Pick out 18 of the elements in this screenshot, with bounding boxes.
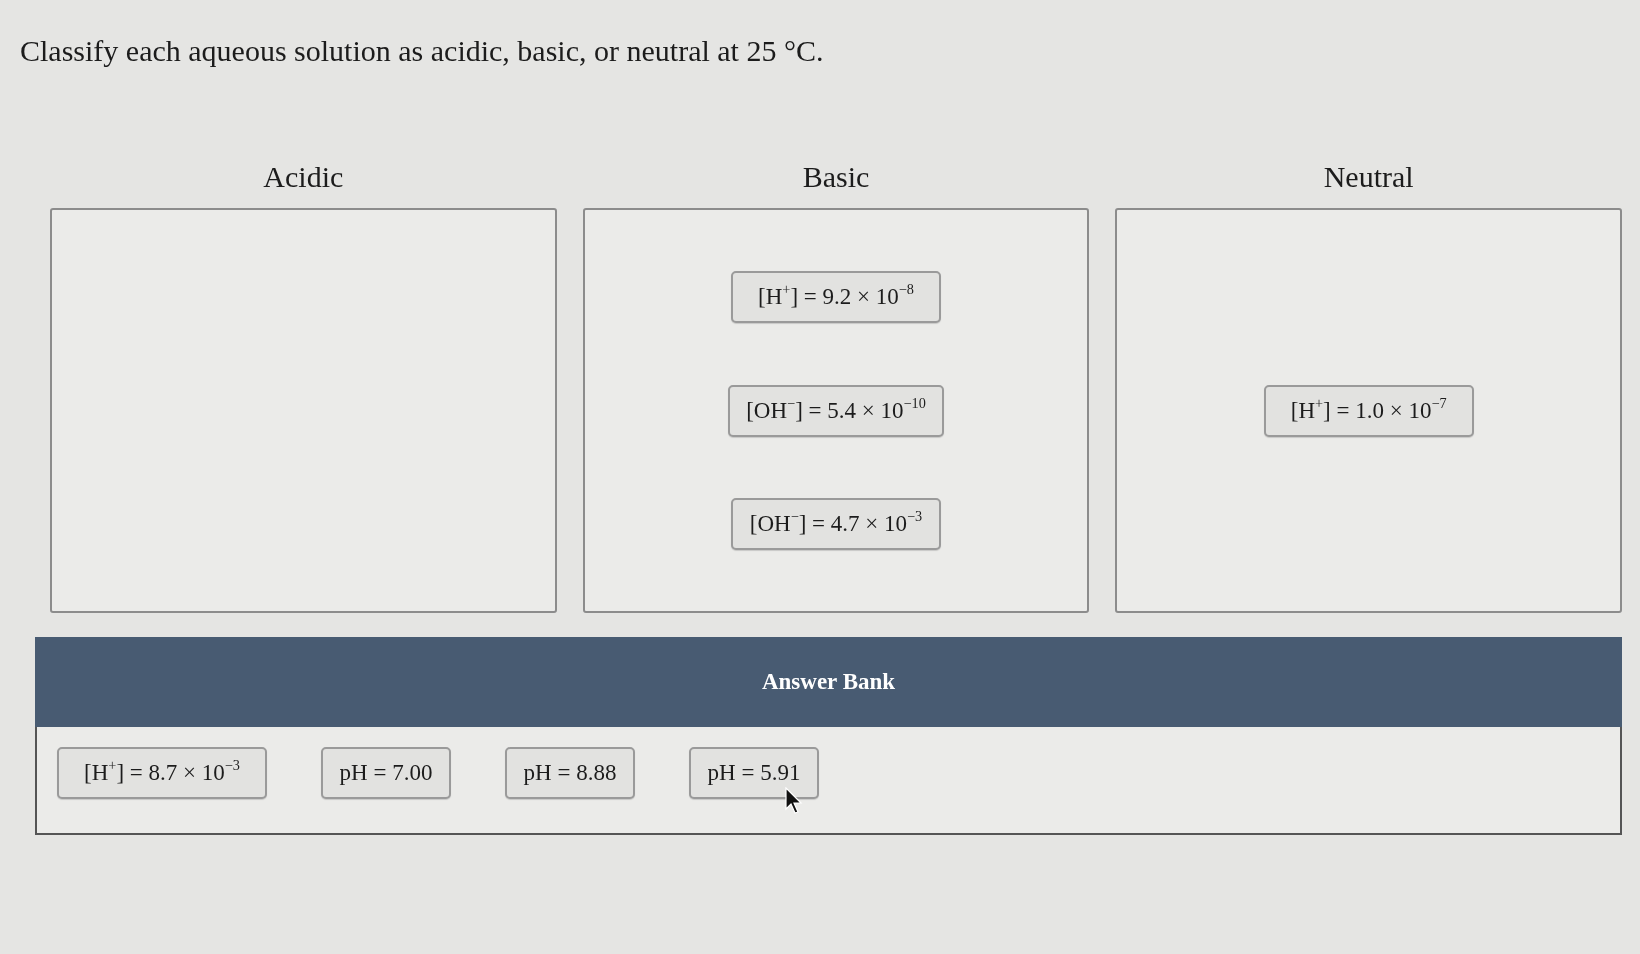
answer-tile[interactable]: [OH$^{−}$] = 4.7 × 10$^{−3}$ [731, 497, 941, 550]
drop-zone[interactable]: [H$^{+}$] = 9.2 × 10$^{−8}$ [OH$^{−}$] = 5.4 × 10$^{−10}$ [OH$^{−}$] = 4.7 × 10$^{−3}$ [582, 208, 1090, 613]
drop-zone[interactable] [50, 208, 557, 613]
answer-tile[interactable]: [H$^{+}$] = 1.0 × 10$^{−7}$ [1263, 384, 1474, 437]
category-heading: Neutral [1323, 160, 1414, 194]
answer-bank-title: Answer Bank [761, 669, 896, 695]
category-heading: Basic [802, 160, 870, 194]
answer-tile[interactable]: [OH$^{−}$] = 5.4 × 10$^{−10}$ [728, 384, 944, 437]
answer-bank-area[interactable]: [H$^{+}$] = 8.7 × 10$^{−3}$ pH = 7.00 pH = 8.88 pH = 5.91 [35, 727, 1622, 835]
answer-tile[interactable]: pH = 5.91 [689, 747, 819, 799]
answer-tile[interactable]: [H$^{+}$] = 8.7 × 10$^{−3}$ [57, 747, 267, 799]
question-text: Classify each aqueous solution as acidic, basic, or neutral at 25 °C. [20, 34, 824, 68]
pointer-cursor-icon [785, 787, 803, 815]
category-heading: Acidic [263, 160, 344, 194]
drop-zone[interactable]: [H$^{+}$] = 1.0 × 10$^{−7}$ [1115, 208, 1622, 613]
answer-tile[interactable]: pH = 7.00 [321, 747, 451, 799]
answer-tile[interactable]: pH = 8.88 [505, 747, 635, 799]
answer-tile[interactable]: [H$^{+}$] = 9.2 × 10$^{−8}$ [731, 271, 941, 324]
